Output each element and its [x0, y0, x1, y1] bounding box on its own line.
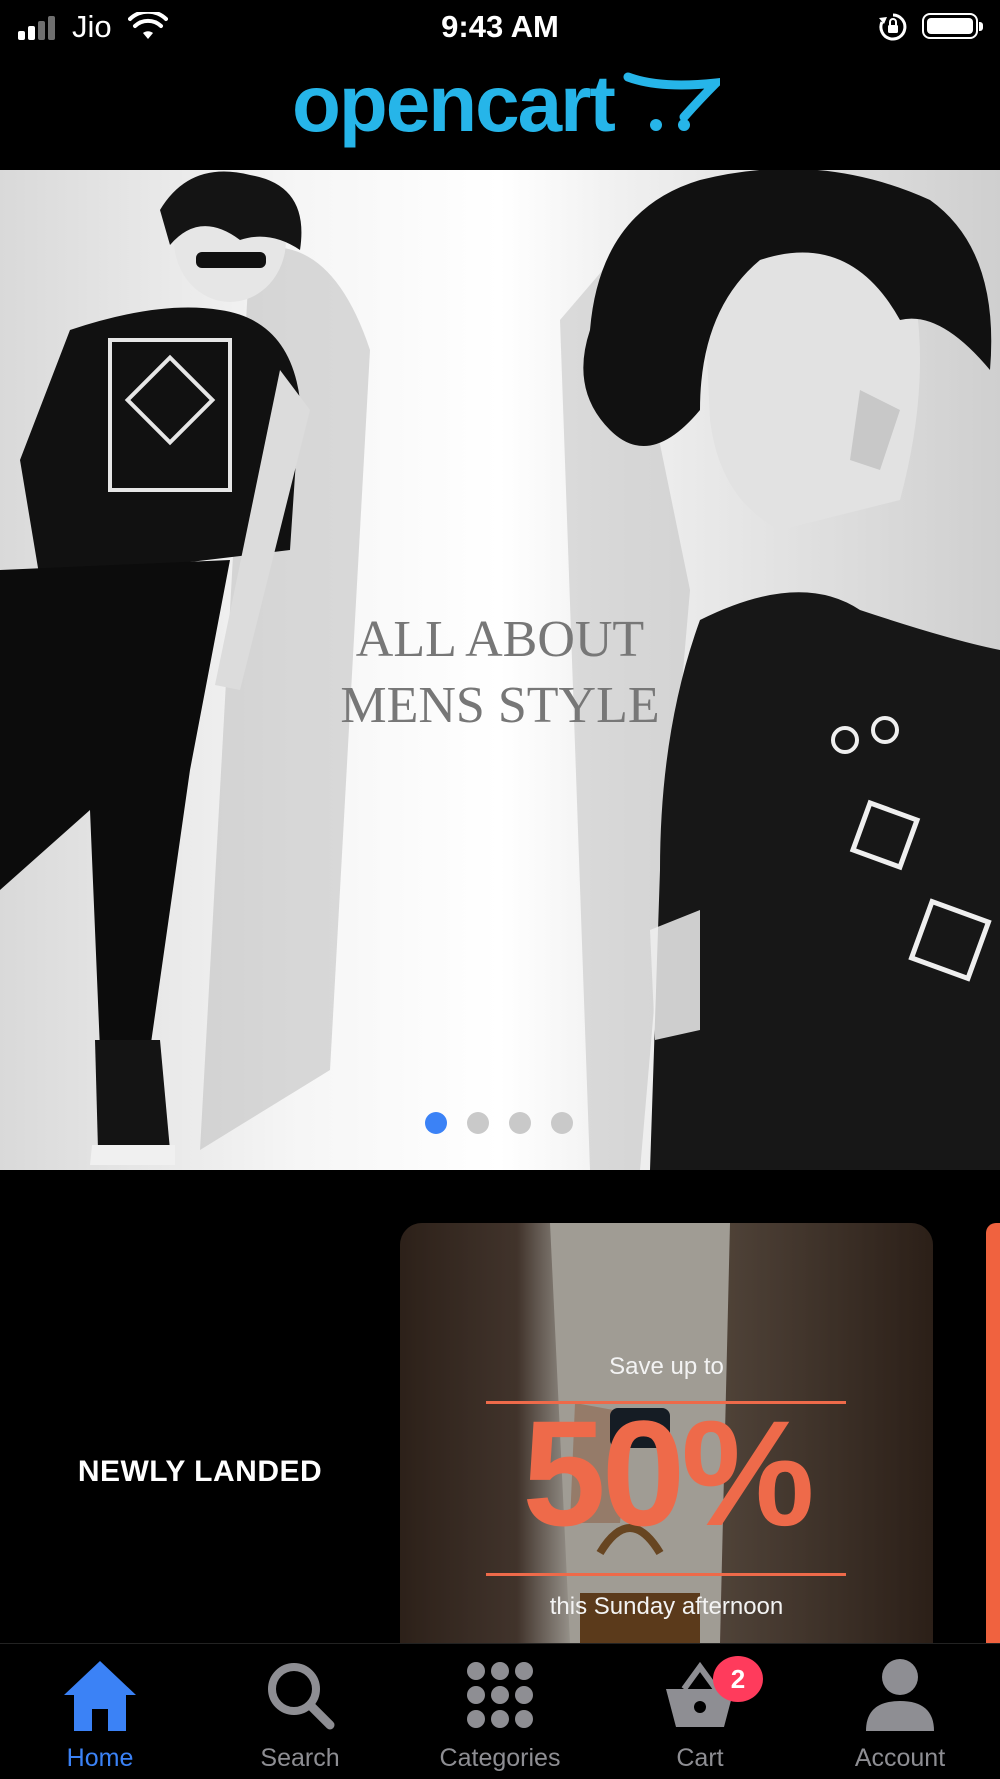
cart-count-badge: 2 [713, 1656, 763, 1702]
home-icon [64, 1661, 136, 1731]
battery-icon [922, 13, 983, 39]
status-bar: Jio 9:43 AM [0, 0, 1000, 56]
promo-subtitle: Save up to [609, 1353, 724, 1380]
tab-label: Search [260, 1744, 340, 1772]
logo-text: opencart [292, 59, 616, 148]
cart-logo-mark [623, 72, 720, 131]
status-time: 9:43 AM [441, 9, 559, 44]
promo-discount: 50% [522, 1389, 814, 1557]
tab-label: Categories [439, 1744, 561, 1772]
rotation-lock-icon [879, 13, 907, 41]
tab-account[interactable]: Account [800, 1644, 1000, 1779]
carousel-dot[interactable] [551, 1112, 573, 1134]
opencart-logo: opencart [292, 58, 720, 150]
tab-cart[interactable]: 2 Cart [600, 1644, 800, 1779]
carousel-dot[interactable] [425, 1112, 447, 1134]
search-icon [268, 1663, 335, 1730]
tab-label: Cart [676, 1744, 724, 1772]
promo-divider-bottom [486, 1573, 846, 1576]
newly-landed-label[interactable]: NEWLY LANDED [0, 1455, 400, 1489]
tab-categories[interactable]: Categories [400, 1644, 600, 1779]
promo-card-sale[interactable]: Save up to 50% this Sunday afternoon [400, 1223, 933, 1643]
tab-label: Account [854, 1744, 946, 1772]
hero-title: ALL ABOUT MENS STYLE [340, 611, 660, 734]
carousel-dot[interactable] [467, 1112, 489, 1134]
bottom-tab-bar: Home Search Categories 2 Cart Account [0, 1643, 1000, 1779]
carousel-pagination [425, 1112, 573, 1134]
tab-label: Home [66, 1744, 134, 1772]
person-icon [866, 1659, 934, 1731]
promo-tagline: this Sunday afternoon [549, 1593, 784, 1620]
hero-banner[interactable]: ALL ABOUT MENS STYLE [0, 170, 1000, 1170]
grid-icon [467, 1662, 533, 1728]
next-promo-card-edge[interactable] [986, 1223, 1000, 1643]
tab-search[interactable]: Search [200, 1644, 400, 1779]
carousel-dot[interactable] [509, 1112, 531, 1134]
tab-home[interactable]: Home [0, 1644, 200, 1779]
